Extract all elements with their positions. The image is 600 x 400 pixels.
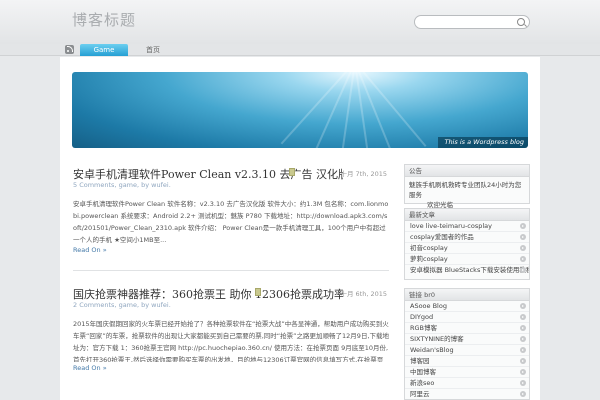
post-title[interactable]: 安卓手机清理软件Power Clean v2.3.10 去广告 汉化版 <box>73 166 343 182</box>
arrow-icon <box>520 234 526 240</box>
search-icon[interactable] <box>517 18 525 26</box>
link-item[interactable]: ASooe Blog <box>405 301 529 312</box>
post-date: 十月 6th, 2015 <box>340 290 387 298</box>
arrow-icon <box>520 358 526 364</box>
link-item[interactable]: 中国博客 <box>405 367 529 378</box>
link-item[interactable]: 阿里云 <box>405 389 529 400</box>
widget-links: 链接 br0 ASooe Blog DIYgod RGB博客 SIXTYNINE… <box>404 288 530 400</box>
arrow-icon <box>520 303 526 309</box>
search-box[interactable] <box>414 15 530 29</box>
rss-icon[interactable] <box>65 45 74 54</box>
post: 国庆抢票神器推荐：360抢票王 助你 12306抢票成功率 十月 6th, 20… <box>73 286 391 382</box>
link-item[interactable]: RGB博客 <box>405 323 529 334</box>
widget-recent-posts: 最新文章 love live-teimaru-cosplay cosplay爱国… <box>404 208 530 280</box>
recent-post-item[interactable]: love live-teimaru-cosplay <box>405 221 529 232</box>
post-divider <box>73 270 389 271</box>
arrow-icon <box>520 314 526 320</box>
top-header: 博客标题 <box>0 0 600 44</box>
post: 安卓手机清理软件Power Clean v2.3.10 去广告 汉化版 十月 7… <box>73 166 391 258</box>
arrow-icon <box>520 391 526 397</box>
post-title[interactable]: 国庆抢票神器推荐：360抢票王 助你 12306抢票成功率 <box>73 286 343 302</box>
edit-icon[interactable] <box>289 168 295 176</box>
edit-icon[interactable] <box>255 288 261 296</box>
post-excerpt: 2015年国庆假期回家的火车票已经开始抢了？各种抢票软件在“抢票大战”中各显神通… <box>73 320 389 362</box>
link-item[interactable]: Weidan'sBlog <box>405 345 529 356</box>
widget-title: 公告 <box>405 165 529 177</box>
site-title[interactable]: 博客标题 <box>72 9 136 30</box>
arrow-icon <box>520 325 526 331</box>
recent-post-item[interactable]: 初音cosplay <box>405 243 529 254</box>
read-on-link[interactable]: Read On » <box>73 364 107 372</box>
banner-caption: This is a Wordpress blog <box>438 137 528 148</box>
arrow-icon <box>520 245 526 251</box>
arrow-icon <box>520 256 526 262</box>
post-meta[interactable]: 5 Comments, game, by wufei. <box>73 181 171 189</box>
recent-post-item[interactable]: 萝莉cosplay <box>405 254 529 265</box>
post-date: 十月 7th, 2015 <box>340 170 387 178</box>
recent-post-item[interactable]: cosplay爱国者的作品 <box>405 232 529 243</box>
post-excerpt: 安卓手机清理软件Power Clean 软件名称：v2.3.10 去广告汉化版 … <box>73 200 389 244</box>
arrow-icon <box>520 223 526 229</box>
widget-notice: 公告 魅族手机刷机救砖专业团队24小时为您服务 欢迎光临 <box>404 164 530 209</box>
link-item[interactable]: 博客园 <box>405 356 529 367</box>
arrow-icon <box>520 369 526 375</box>
nav-tab-home[interactable]: 首页 <box>140 44 166 56</box>
link-item[interactable]: 新浪seo <box>405 378 529 389</box>
link-item[interactable]: DIYgod <box>405 312 529 323</box>
nav-tab-game[interactable]: Game <box>80 44 128 56</box>
arrow-icon <box>520 380 526 386</box>
read-on-link[interactable]: Read On » <box>73 246 107 254</box>
link-item[interactable]: SIXTYNINE的博客 <box>405 334 529 345</box>
widget-title: 最新文章 <box>405 209 529 221</box>
arrow-icon <box>520 347 526 353</box>
arrow-icon <box>520 336 526 342</box>
recent-post-item[interactable]: 安卓模拟器 BlueStacks下载安装使用教程 <box>405 265 529 276</box>
post-meta[interactable]: 2 Comments, game, by wufei. <box>73 301 171 309</box>
nav-bar: Game 首页 <box>0 44 600 56</box>
search-input[interactable] <box>419 16 515 28</box>
notice-text: 魅族手机刷机救砖专业团队24小时为您服务 <box>409 181 522 199</box>
widget-title: 链接 br0 <box>405 289 529 301</box>
arrow-icon <box>520 267 526 273</box>
header-banner: This is a Wordpress blog <box>72 72 528 148</box>
